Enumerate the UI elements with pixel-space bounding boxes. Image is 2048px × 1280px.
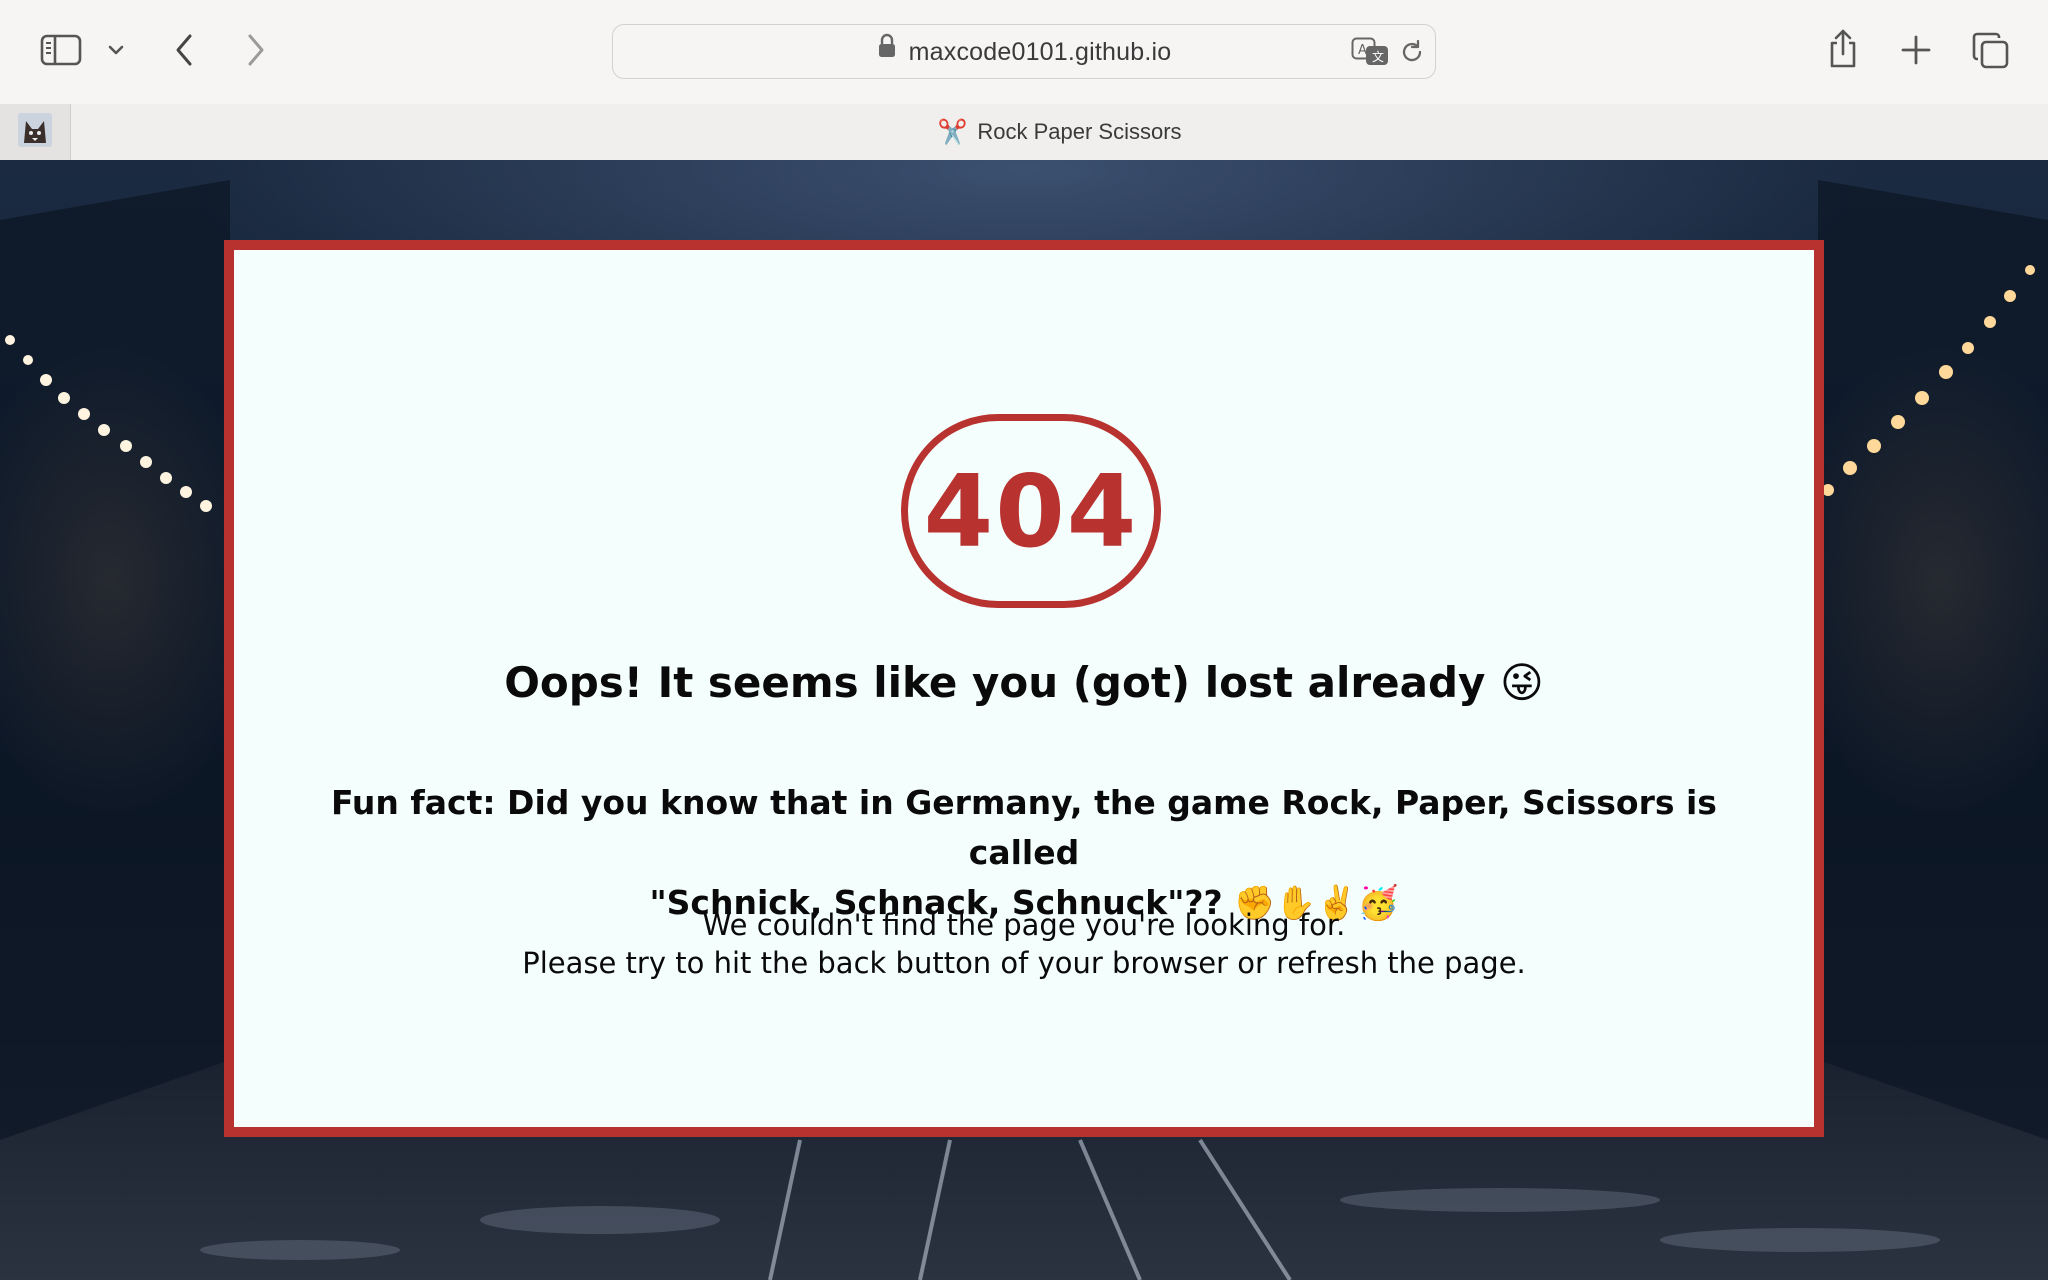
error-message-line-2: Please try to hit the back button of you… xyxy=(522,946,1526,980)
back-icon[interactable] xyxy=(168,30,200,70)
favicon-icon xyxy=(18,112,52,152)
pinned-tab[interactable] xyxy=(0,104,71,160)
translate-icon[interactable]: A文 xyxy=(1351,37,1391,72)
svg-text:文: 文 xyxy=(1372,49,1384,64)
page-background: 404 Oops! It seems like you (got) lost a… xyxy=(0,160,2048,1280)
svg-text:A: A xyxy=(1358,43,1367,58)
share-icon[interactable] xyxy=(1824,26,1862,72)
browser-toolbar: maxcode0101.github.io A文 xyxy=(0,0,2048,104)
new-tab-icon[interactable] xyxy=(1898,32,1934,68)
error-headline: Oops! It seems like you (got) lost alrea… xyxy=(504,658,1544,707)
scissors-icon: ✂️ xyxy=(937,118,968,146)
chevron-down-icon[interactable] xyxy=(104,38,128,62)
reload-icon[interactable] xyxy=(1399,39,1425,70)
error-card: 404 Oops! It seems like you (got) lost a… xyxy=(224,240,1824,1137)
tab-title: Rock Paper Scissors xyxy=(977,119,1182,144)
tab-overview-icon[interactable] xyxy=(1970,30,2012,72)
error-code-badge: 404 xyxy=(901,414,1161,608)
error-message: We couldn't find the page you're looking… xyxy=(234,906,1814,982)
error-code: 404 xyxy=(923,452,1139,570)
sidebar-toggle-icon[interactable] xyxy=(38,30,84,70)
url-text: maxcode0101.github.io xyxy=(908,38,1172,66)
tab-bar: ✂️ Rock Paper Scissors xyxy=(0,104,2048,161)
tab-rock-paper-scissors[interactable]: ✂️ Rock Paper Scissors xyxy=(71,104,2048,160)
address-bar[interactable]: maxcode0101.github.io A文 xyxy=(612,24,1436,79)
fun-fact-line-1: Fun fact: Did you know that in Germany, … xyxy=(331,783,1717,872)
error-message-line-1: We couldn't find the page you're looking… xyxy=(702,908,1346,942)
lock-icon xyxy=(877,24,897,79)
forward-icon[interactable] xyxy=(240,30,272,70)
